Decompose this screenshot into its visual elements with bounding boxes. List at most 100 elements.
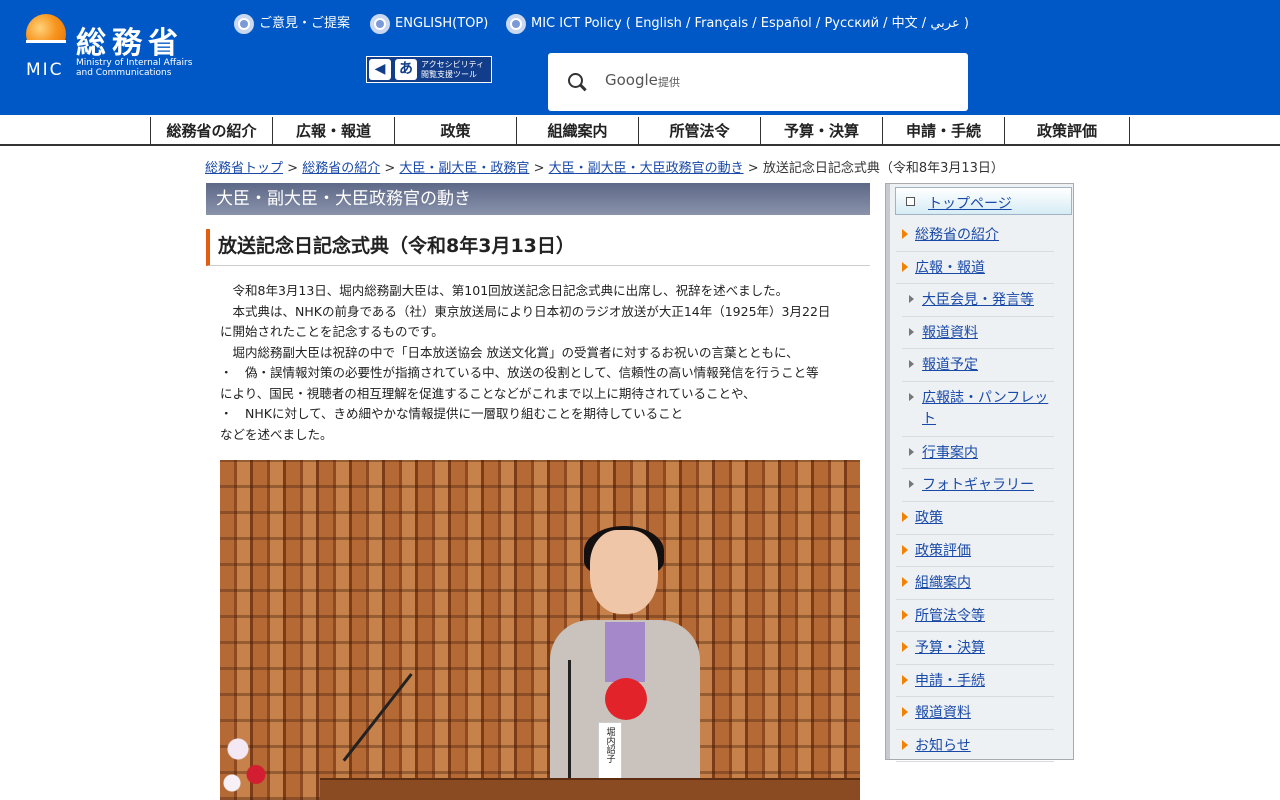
sidebar-item[interactable]: お知らせ	[896, 730, 1054, 762]
wood-wall-texture	[220, 460, 860, 800]
sidebar-item-label: 申請・手続	[915, 673, 985, 689]
sidebar-item[interactable]: 所管法令等	[896, 600, 1054, 632]
microphone-stand-right	[568, 660, 571, 785]
logo-english: Ministry of Internal Affairs and Communi…	[76, 58, 192, 78]
hiragana-a-icon: あ	[395, 59, 417, 80]
mic-logo[interactable]: 総務省 MIC Ministry of Internal Affairs and…	[26, 12, 216, 82]
sidebar-top-page[interactable]: トップページ	[895, 187, 1072, 215]
article-paragraph: 令和8年3月13日、堀内総務副大臣は、第101回放送記念日記念式典に出席し、祝辞…	[220, 283, 789, 298]
breadcrumb-separator: >	[384, 161, 396, 176]
english-top-link[interactable]: ENGLISH(TOP)	[370, 14, 500, 34]
nav-policy-evaluation[interactable]: 政策評価	[1004, 117, 1130, 146]
article-paragraph: ・ 偽・誤情報対策の必要性が指摘されている中、放送の役割として、信頼性の高い情報…	[220, 365, 819, 380]
accessibility-tool-line2: 閲覧支援ツール	[421, 70, 477, 79]
feedback-link[interactable]: ご意見・ご提案	[234, 14, 364, 34]
sidebar-item[interactable]: 報道資料	[896, 697, 1054, 730]
nav-applications[interactable]: 申請・手続	[882, 117, 1004, 146]
sidebar-item-label: 総務省の紹介	[915, 227, 999, 243]
sidebar-item-label: 大臣会見・発言等	[922, 292, 1034, 308]
ict-policy-link-label: MIC ICT Policy ( English / Français / Es…	[531, 16, 969, 31]
nav-introduction[interactable]: 総務省の紹介	[150, 117, 272, 146]
article-paragraph: などを述べました。	[220, 426, 333, 442]
sidebar-item-label: 広報・報道	[915, 260, 985, 276]
ict-policy-link[interactable]: MIC ICT Policy ( English / Français / Es…	[506, 14, 969, 34]
article-paragraph: 堀内総務副大臣は祝辞の中で「日本放送協会 放送文化賞」の受賞者に対するお祝いの言…	[220, 344, 799, 360]
orange-arrow-icon	[902, 610, 908, 620]
breadcrumb-current: 放送記念日記念式典（令和8年3月13日）	[762, 161, 1004, 176]
podium	[320, 778, 860, 800]
orange-arrow-icon	[902, 262, 908, 272]
sidebar-item[interactable]: フォトギャラリー	[902, 469, 1054, 502]
sidebar-item[interactable]: 総務省の紹介	[896, 219, 1054, 252]
article-body: 令和8年3月13日、堀内総務副大臣は、第101回放送記念日記念式典に出席し、祝辞…	[220, 281, 860, 445]
sidebar-item-label: 行事案内	[922, 445, 978, 461]
radio-bullet-icon	[234, 14, 254, 34]
breadcrumb-link-top[interactable]: 総務省トップ	[205, 161, 283, 176]
orange-arrow-icon	[902, 642, 908, 652]
orange-arrow-icon	[902, 740, 908, 750]
sidebar-item[interactable]: 報道資料	[902, 317, 1054, 349]
google-provided-label: 提供	[658, 76, 680, 89]
sidebar-item-label: お知らせ	[915, 738, 971, 754]
sidebar-item[interactable]: 行事案内	[902, 437, 1054, 469]
orange-arrow-icon	[902, 577, 908, 587]
orange-arrow-icon	[902, 512, 908, 522]
sidebar-item[interactable]: 報道予定	[902, 349, 1054, 382]
breadcrumb-separator: >	[287, 161, 299, 176]
sub-arrow-icon	[909, 295, 914, 303]
speaker-figure	[550, 526, 700, 800]
nav-budget[interactable]: 予算・決算	[760, 117, 882, 146]
orange-arrow-icon	[902, 675, 908, 685]
nav-organization[interactable]: 組織案内	[516, 117, 638, 146]
section-heading: 大臣・副大臣・大臣政務官の動き	[206, 183, 870, 215]
red-rosette	[605, 678, 647, 720]
accessibility-tool-button[interactable]: ◀ あ アクセシビリティ 閲覧支援ツール	[366, 56, 492, 83]
speaker-icon: ◀	[369, 59, 391, 80]
google-brand: Google	[605, 71, 658, 89]
sidebar-item-label: 報道予定	[922, 357, 978, 373]
article-paragraph: ・ NHKに対して、きめ細やかな情報提供に一層取り組むことを期待していること	[220, 406, 684, 421]
breadcrumb: 総務省トップ > 総務省の紹介 > 大臣・副大臣・政務官 > 大臣・副大臣・大臣…	[205, 157, 1004, 176]
nametag-text: 堀内詔子	[604, 727, 615, 763]
sidebar-item-label: 所管法令等	[915, 608, 985, 624]
breadcrumb-link-introduction[interactable]: 総務省の紹介	[302, 161, 380, 176]
breadcrumb-link-ministers[interactable]: 大臣・副大臣・政務官	[399, 161, 529, 176]
nav-policy[interactable]: 政策	[394, 117, 516, 146]
sidebar-menu: トップページ 総務省の紹介 広報・報道 大臣会見・発言等 報道資料 報道予定 広報誌・パン…	[885, 183, 1074, 762]
english-top-link-label: ENGLISH(TOP)	[395, 16, 489, 31]
article-paragraph: 本式典は、NHKの前身である（社）東京放送局により日本初のラジオ放送が大正14年…	[220, 303, 831, 319]
radio-bullet-icon	[506, 14, 526, 34]
sidebar-item[interactable]: 組織案内	[896, 567, 1054, 600]
feedback-link-label: ご意見・ご提案	[259, 16, 351, 31]
logo-english-line1: Ministry of Internal Affairs	[76, 58, 193, 68]
sidebar-item-label: 報道資料	[922, 325, 978, 341]
sidebar-top-page-label: トップページ	[928, 196, 1012, 212]
breadcrumb-link-activities[interactable]: 大臣・副大臣・大臣政務官の動き	[549, 161, 744, 176]
nav-pr-press[interactable]: 広報・報道	[272, 117, 394, 146]
sidebar-item-label: 予算・決算	[915, 640, 985, 656]
nav-laws[interactable]: 所管法令	[638, 117, 760, 146]
logo-kanji: 総務省	[76, 26, 184, 61]
speaker-blouse	[605, 622, 645, 682]
breadcrumb-separator: >	[533, 161, 545, 176]
sidebar-item[interactable]: 申請・手続	[896, 665, 1054, 697]
sub-arrow-icon	[909, 480, 914, 488]
sidebar-item-label: フォトギャラリー	[922, 477, 1034, 493]
sidebar-item[interactable]: 広報・報道	[896, 252, 1054, 284]
orange-arrow-icon	[902, 545, 908, 555]
sidebar-item[interactable]: 政策	[896, 502, 1054, 535]
sidebar-item[interactable]: 政策評価	[896, 535, 1054, 567]
logo-emblem-icon	[26, 14, 66, 59]
sidebar-item[interactable]: 予算・決算	[896, 632, 1054, 665]
sub-arrow-icon	[909, 360, 914, 368]
page-title: 放送記念日記念式典（令和8年3月13日）	[206, 229, 870, 266]
search-icon[interactable]	[568, 73, 586, 91]
sidebar-item[interactable]: 大臣会見・発言等	[902, 284, 1054, 317]
search-input[interactable]: Google 提供	[548, 53, 968, 111]
orange-arrow-icon	[902, 707, 908, 717]
sidebar-item-label: 組織案内	[915, 575, 971, 591]
sidebar-item[interactable]: 広報誌・パンフレット	[902, 382, 1054, 437]
speaker-face	[590, 530, 658, 614]
accessibility-tool-label: アクセシビリティ 閲覧支援ツール	[421, 60, 484, 80]
sidebar-item-label: 政策	[915, 510, 943, 526]
